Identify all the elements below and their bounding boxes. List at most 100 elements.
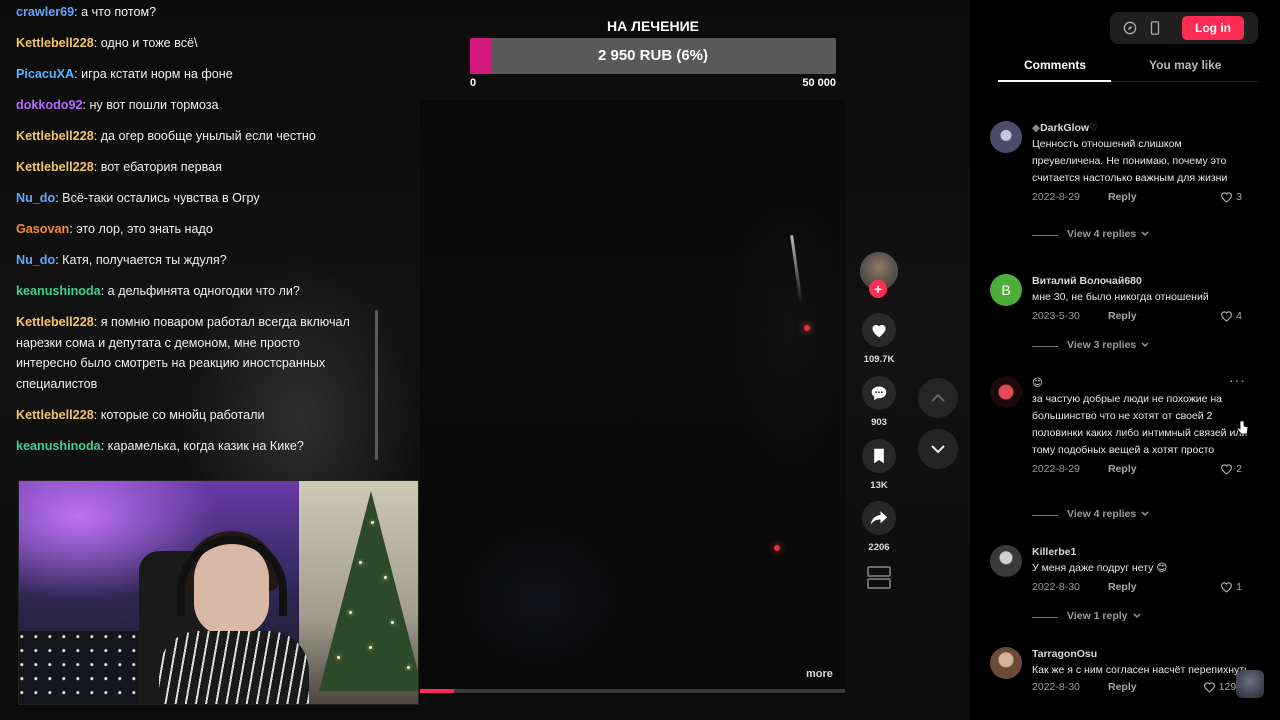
- reply-button[interactable]: Reply: [1108, 463, 1137, 475]
- save-button[interactable]: [862, 439, 896, 473]
- chat-text: : которые со мнойц работали: [93, 407, 265, 422]
- reply-button[interactable]: Reply: [1108, 581, 1137, 593]
- comment-date: 2022-8-29: [1032, 463, 1080, 475]
- comment-like-count: 1: [1236, 581, 1242, 593]
- reply-button[interactable]: Reply: [1108, 310, 1137, 322]
- comment-avatar[interactable]: В: [990, 274, 1022, 306]
- chat-username: Kettlebell228: [16, 407, 94, 422]
- chat-username: dokkodo92: [16, 98, 83, 112]
- follow-button[interactable]: +: [869, 280, 887, 298]
- chat-message: Kettlebell228: вот ебатория первая: [16, 157, 376, 178]
- video-progress-bar[interactable]: [420, 689, 845, 693]
- tree-light: [371, 521, 374, 524]
- comment-avatar[interactable]: [990, 545, 1022, 577]
- comment-text: мне 30, не было никогда отношений: [1032, 291, 1209, 303]
- comment-button[interactable]: [862, 376, 896, 410]
- heart-outline-icon: [1221, 311, 1233, 322]
- comment-username[interactable]: Виталий Волочай680: [1032, 274, 1250, 289]
- comment-like-count: 2: [1236, 463, 1242, 475]
- comment-text: за частую добрые люди не похожие на боль…: [1032, 393, 1248, 456]
- chat-message: Kettlebell228: да огер вообще унылый есл…: [16, 126, 376, 147]
- tab-comments[interactable]: Comments: [1024, 58, 1086, 72]
- embed-button[interactable]: [867, 565, 891, 591]
- video-detail: [804, 325, 810, 331]
- comment-like-button[interactable]: 1: [1220, 581, 1242, 593]
- chat-scrollbar[interactable]: [375, 310, 378, 460]
- chat-username: keanushinoda: [16, 438, 101, 453]
- user-thumbnail[interactable]: [1236, 670, 1264, 698]
- like-count: 109.7K: [863, 354, 895, 365]
- bookmark-icon: [874, 448, 884, 464]
- comment-text: У меня даже подруг нету 😊: [1032, 562, 1168, 574]
- view-replies-label: View 1 reply: [1067, 610, 1128, 622]
- previous-video-button[interactable]: [918, 378, 958, 418]
- chat-message: Kettlebell228: которые со мнойц работали: [16, 405, 376, 426]
- comment-like-button[interactable]: 2: [1220, 463, 1242, 475]
- comment-avatar[interactable]: [990, 376, 1022, 408]
- chat-message: Kettlebell228: одно и тоже всё\: [16, 33, 376, 54]
- panel-tabs: Comments You may like: [998, 56, 1258, 82]
- chat-username: Nu_do: [16, 191, 56, 205]
- christmas-tree: [319, 491, 418, 691]
- view-replies-label: View 3 replies: [1067, 339, 1137, 351]
- chat-username: Gasovan: [16, 222, 70, 236]
- comment-avatar[interactable]: [990, 121, 1022, 153]
- tab-you-may-like[interactable]: You may like: [1149, 58, 1221, 72]
- view-replies-button[interactable]: View 4 replies: [1032, 228, 1232, 244]
- comment-username[interactable]: TarragonOsu: [1032, 647, 1250, 662]
- heart-icon: [872, 324, 886, 338]
- next-video-button[interactable]: [918, 429, 958, 469]
- comment-like-count: 4: [1236, 310, 1242, 322]
- more-button[interactable]: more: [806, 668, 833, 680]
- video-detail: [774, 545, 780, 551]
- chat-username: Nu_do: [16, 253, 56, 267]
- comment-like-button[interactable]: 4: [1220, 310, 1242, 322]
- chat-message: dokkodo92: ну вот пошли тормоза: [16, 95, 376, 116]
- comment-date: 2022-8-30: [1032, 681, 1080, 693]
- comment-text: Ценность отношений слишком преувеличена.…: [1032, 138, 1228, 184]
- chat-username: Kettlebell228: [16, 315, 94, 329]
- chat-message: keanushinoda: карамелька, когда казик на…: [16, 436, 376, 457]
- comment-like-button[interactable]: 3: [1220, 191, 1242, 203]
- view-replies-button[interactable]: View 4 replies: [1032, 508, 1232, 524]
- compass-icon[interactable]: [1122, 20, 1138, 36]
- chat-text: : карамелька, когда казик на Кике?: [100, 438, 304, 453]
- login-button[interactable]: Log in: [1182, 16, 1244, 40]
- phone-icon[interactable]: [1147, 20, 1163, 36]
- share-button[interactable]: [862, 501, 896, 535]
- comment-avatar[interactable]: [990, 647, 1022, 679]
- like-button[interactable]: [862, 313, 896, 347]
- chat-username: keanushinoda: [16, 284, 101, 298]
- chat-text: : ну вот пошли тормоза: [82, 98, 219, 112]
- chevron-down-icon: [1141, 342, 1149, 348]
- chat-username: PicacuXA: [16, 67, 75, 81]
- tree-light: [391, 621, 394, 624]
- share-icon: [870, 511, 888, 525]
- video-frame[interactable]: [420, 100, 845, 695]
- comment-username[interactable]: Killerbe1: [1032, 545, 1250, 560]
- streamer-shirt: [159, 631, 309, 704]
- chat-text: : а дельфинята одногодки что ли?: [100, 284, 300, 298]
- chat-username: Kettlebell228: [16, 36, 94, 50]
- reply-button[interactable]: Reply: [1108, 191, 1137, 203]
- comment-count: 903: [871, 417, 887, 428]
- tree-light: [384, 576, 387, 579]
- tree-light: [369, 646, 372, 649]
- comment-username[interactable]: ◆DarkGlow♡: [1032, 121, 1250, 136]
- chat-text: : игра кстати норм на фоне: [74, 67, 233, 81]
- reply-button[interactable]: Reply: [1108, 681, 1137, 693]
- tree-light: [337, 656, 340, 659]
- comment-date: 2022-8-30: [1032, 581, 1080, 593]
- comment-like-count: 3: [1236, 191, 1242, 203]
- view-replies-button[interactable]: View 1 reply: [1032, 610, 1232, 626]
- chevron-down-icon: [1141, 511, 1149, 517]
- view-replies-label: View 4 replies: [1067, 228, 1137, 240]
- chat-text: : а что потом?: [74, 5, 157, 19]
- heart-outline-icon: [1221, 192, 1233, 203]
- comment-username[interactable]: 😊: [1032, 376, 1250, 391]
- view-replies-button[interactable]: View 3 replies: [1032, 339, 1232, 355]
- chat-message: Nu_do: Всё-таки остались чувства в Огру: [16, 188, 376, 209]
- more-options-icon[interactable]: ···: [1229, 372, 1246, 388]
- tree-light: [359, 561, 362, 564]
- tree-light: [407, 666, 410, 669]
